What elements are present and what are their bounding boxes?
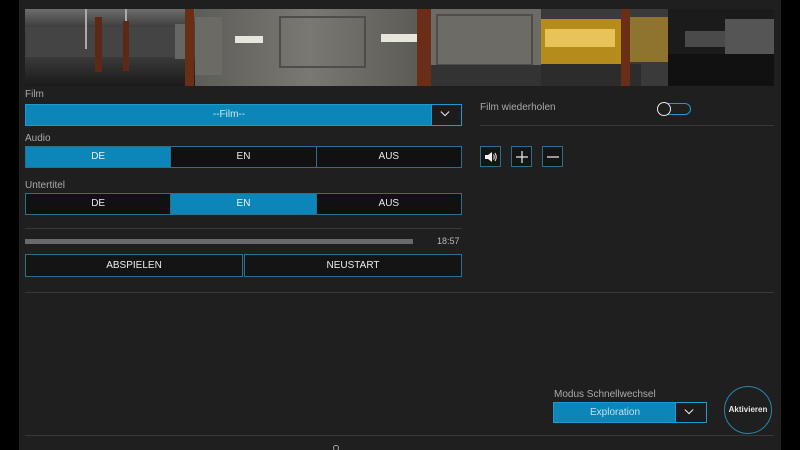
- minus-icon: [547, 156, 559, 158]
- mute-button[interactable]: [480, 146, 501, 167]
- audio-segmented-control: DE EN AUS: [25, 146, 462, 168]
- subtitles-option-aus[interactable]: AUS: [316, 194, 461, 214]
- quick-switch-label: Modus Schnellwechsel: [554, 389, 656, 400]
- audio-option-aus[interactable]: AUS: [316, 147, 461, 167]
- subtitles-segmented-control: DE EN AUS: [25, 193, 462, 215]
- quick-switch-value: Exploration: [589, 407, 641, 418]
- film-dropdown-value: --Film--: [212, 109, 246, 120]
- quick-switch-toggle[interactable]: [675, 403, 706, 422]
- subtitles-label: Untertitel: [25, 180, 66, 191]
- subtitles-option-de[interactable]: DE: [26, 194, 172, 214]
- toggle-knob: [657, 102, 671, 116]
- divider: [480, 125, 774, 126]
- film-preview-image: [25, 9, 774, 86]
- film-label: Film: [25, 89, 44, 100]
- control-panel: Film --Film-- Audio DE EN AUS Untertitel D…: [19, 0, 781, 450]
- film-dropdown-toggle[interactable]: [431, 105, 461, 125]
- repeat-film-toggle[interactable]: [657, 102, 691, 116]
- settings-icon[interactable]: [332, 443, 340, 450]
- activate-button[interactable]: Aktivieren: [724, 386, 772, 434]
- repeat-film-label: Film wiederholen: [480, 102, 556, 113]
- play-button[interactable]: ABSPIELEN: [25, 254, 243, 277]
- divider: [25, 228, 462, 229]
- volume-up-button[interactable]: [511, 146, 532, 167]
- speaker-icon: [485, 152, 497, 162]
- playback-buttons: ABSPIELEN NEUSTART: [25, 254, 462, 277]
- volume-down-button[interactable]: [542, 146, 563, 167]
- playback-progress-fill: [25, 239, 413, 244]
- chevron-down-icon: [440, 111, 450, 117]
- divider: [25, 435, 774, 436]
- chevron-down-icon: [684, 409, 694, 415]
- divider: [25, 292, 774, 293]
- restart-button[interactable]: NEUSTART: [244, 254, 462, 277]
- audio-label: Audio: [25, 133, 51, 144]
- playback-time: 18:57: [437, 236, 460, 246]
- subtitles-option-en[interactable]: EN: [171, 194, 317, 214]
- quick-switch-dropdown[interactable]: Exploration: [553, 402, 707, 423]
- playback-progress-bar[interactable]: [25, 239, 413, 244]
- audio-option-de[interactable]: DE: [26, 147, 172, 167]
- film-dropdown[interactable]: --Film--: [25, 104, 462, 126]
- plus-icon: [516, 151, 528, 163]
- audio-option-en[interactable]: EN: [171, 147, 317, 167]
